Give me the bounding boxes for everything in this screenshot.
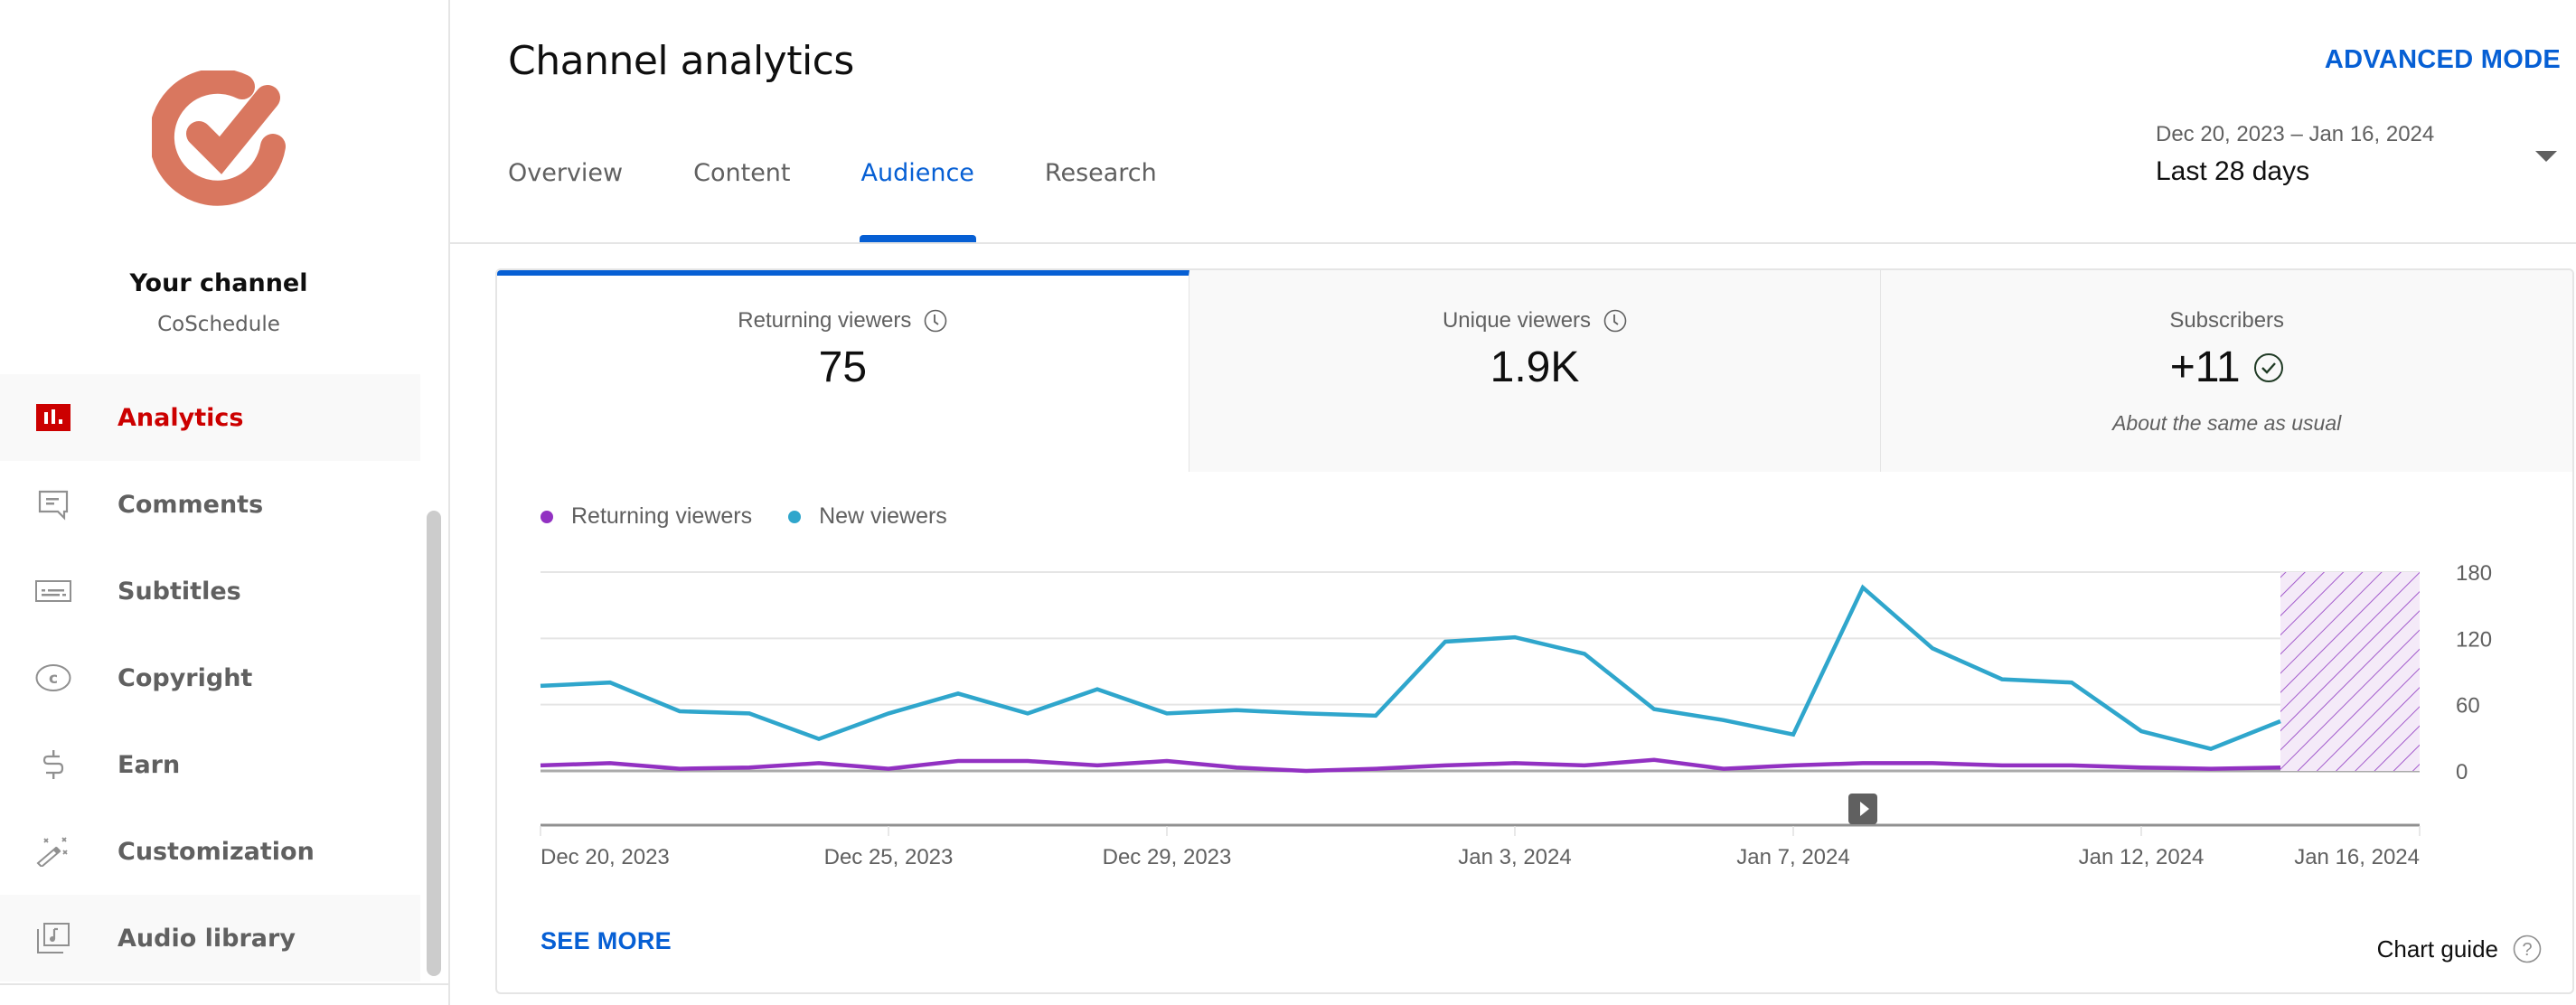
- dollar-icon: [34, 746, 72, 784]
- analytics-icon: [34, 399, 72, 437]
- metric-unique-viewers[interactable]: Unique viewers 1.9K: [1189, 270, 1882, 472]
- date-range-text: Dec 20, 2023 – Jan 16, 2024: [2156, 122, 2435, 146]
- legend-dot-new: [788, 510, 802, 523]
- sidebar-item-analytics[interactable]: Analytics: [0, 374, 420, 461]
- sidebar-item-label: Audio library: [118, 924, 296, 953]
- tab-audience[interactable]: Audience: [859, 159, 977, 242]
- subtitles-icon: [34, 572, 72, 610]
- sidebar-item-earn[interactable]: Earn: [0, 721, 420, 808]
- copyright-icon: c: [34, 659, 72, 697]
- y-tick-label: 120: [2456, 627, 2492, 652]
- sidebar-nav: Analytics Comments Subtitles c Copyright…: [0, 374, 420, 982]
- clock-icon[interactable]: [1603, 309, 1627, 333]
- x-tick-label: Jan 12, 2024: [2079, 845, 2205, 869]
- metric-note: About the same as usual: [2112, 411, 2342, 435]
- legend-label: Returning viewers: [571, 503, 753, 529]
- sidebar-item-customization[interactable]: Customization: [0, 808, 420, 895]
- metric-label: Unique viewers: [1442, 308, 1592, 333]
- sidebar-item-audio-library[interactable]: Audio library: [0, 895, 420, 982]
- metric-value: 75: [818, 343, 868, 391]
- legend-item-new[interactable]: New viewers: [788, 503, 947, 530]
- audience-card: Returning viewers 75 Unique viewers 1.9K…: [495, 268, 2574, 994]
- metric-tabs: Returning viewers 75 Unique viewers 1.9K…: [497, 270, 2572, 472]
- sidebar-scrollbar[interactable]: [427, 511, 441, 976]
- x-tick-label: Dec 20, 2023: [541, 845, 670, 869]
- channel-name: CoSchedule: [157, 313, 280, 336]
- channel-title: Your channel: [129, 269, 308, 297]
- magic-wand-icon: [34, 832, 72, 870]
- metric-value: +11: [2169, 343, 2241, 391]
- sidebar-item-label: Earn: [118, 750, 181, 779]
- sidebar-item-label: Customization: [118, 837, 315, 866]
- tab-overview[interactable]: Overview: [508, 159, 623, 242]
- clock-icon[interactable]: [924, 309, 947, 333]
- sidebar-item-comments[interactable]: Comments: [0, 461, 420, 548]
- x-tick-label: Dec 29, 2023: [1103, 845, 1232, 869]
- check-circle-icon: [2253, 352, 2283, 382]
- audio-library-icon: [34, 919, 72, 957]
- svg-text:?: ?: [2522, 940, 2532, 960]
- y-tick-label: 0: [2456, 760, 2468, 784]
- sidebar: Your channel CoSchedule Analytics Commen…: [0, 0, 450, 1005]
- x-tick-label: Jan 16, 2024: [2294, 845, 2420, 869]
- date-range-label: Last 28 days: [2156, 156, 2310, 186]
- metric-returning-viewers[interactable]: Returning viewers 75: [497, 270, 1189, 472]
- svg-text:c: c: [49, 670, 58, 688]
- x-tick-label: Jan 3, 2024: [1458, 845, 1571, 869]
- metric-subscribers[interactable]: Subscribers +11 About the same as usual: [1881, 270, 2572, 472]
- series-line-returning-viewers: [540, 757, 2281, 774]
- series-line-new-viewers: [540, 584, 2281, 751]
- sidebar-item-label: Comments: [118, 490, 264, 519]
- chart-guide-label: Chart guide: [2376, 935, 2498, 963]
- y-tick-label: 180: [2456, 561, 2492, 586]
- date-range-dropdown[interactable]: Dec 20, 2023 – Jan 16, 2024 Last 28 days: [2156, 122, 2562, 194]
- page-title: Channel analytics: [508, 38, 854, 84]
- sidebar-item-label: Analytics: [118, 403, 244, 432]
- channel-logo[interactable]: [152, 70, 287, 206]
- sidebar-item-label: Copyright: [118, 663, 253, 692]
- metric-label: Returning viewers: [738, 308, 912, 333]
- tab-research[interactable]: Research: [1045, 159, 1157, 242]
- sidebar-item-label: Subtitles: [118, 577, 241, 606]
- dropdown-arrow-icon: [2535, 151, 2557, 162]
- video-published-marker[interactable]: [1848, 794, 1877, 824]
- sidebar-item-copyright[interactable]: c Copyright: [0, 634, 420, 721]
- page-header: Channel analytics Overview Content Audie…: [450, 0, 2576, 244]
- help-icon: ?: [2513, 935, 2542, 963]
- legend-item-returning[interactable]: Returning viewers: [541, 503, 752, 530]
- sidebar-item-subtitles[interactable]: Subtitles: [0, 548, 420, 634]
- legend-dot-returning: [541, 510, 553, 523]
- y-tick-label: 60: [2456, 694, 2480, 719]
- tab-bar: Overview Content Audience Research: [508, 159, 1227, 242]
- x-tick-label: Jan 7, 2024: [1736, 845, 1849, 869]
- metric-value: 1.9K: [1490, 343, 1580, 391]
- x-tick-label: Dec 25, 2023: [824, 845, 954, 869]
- see-more-button[interactable]: SEE MORE: [541, 927, 672, 955]
- chart-guide-button[interactable]: Chart guide ?: [2377, 935, 2542, 963]
- incomplete-data-region: [2280, 572, 2420, 771]
- comments-icon: [34, 485, 72, 523]
- tab-content[interactable]: Content: [693, 159, 790, 242]
- chart-legend: Returning viewers New viewers: [541, 503, 983, 530]
- sidebar-divider: [0, 983, 448, 985]
- legend-label: New viewers: [819, 503, 947, 529]
- advanced-mode-button[interactable]: ADVANCED MODE: [2325, 45, 2561, 75]
- metric-label: Subscribers: [2169, 308, 2285, 333]
